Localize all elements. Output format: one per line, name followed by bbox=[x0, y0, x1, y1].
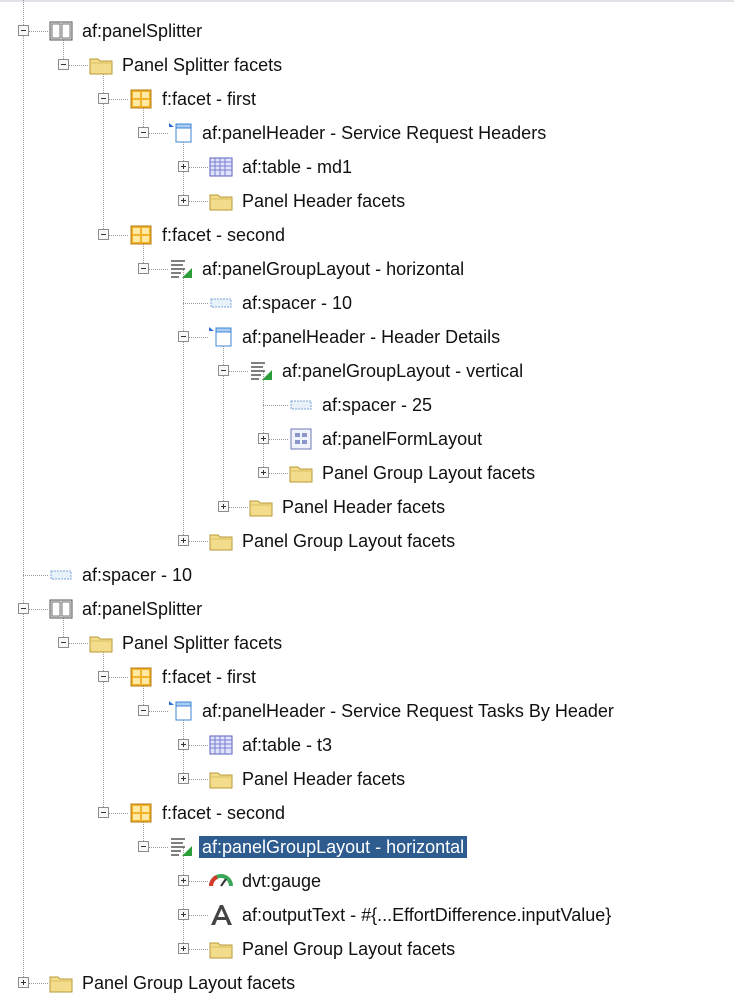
tree-node-label[interactable]: af:panelGroupLayout - vertical bbox=[282, 360, 523, 382]
expand-icon[interactable] bbox=[258, 467, 269, 478]
tree-node-label[interactable]: af:spacer - 10 bbox=[242, 292, 352, 314]
tree-node-label[interactable]: af:outputText - #{...EffortDifference.in… bbox=[242, 904, 611, 926]
expand-icon[interactable] bbox=[178, 875, 189, 886]
tree-node-label[interactable]: Panel Group Layout facets bbox=[242, 530, 455, 552]
tree-connector bbox=[183, 303, 208, 304]
facet-icon bbox=[128, 87, 154, 111]
panel-form-layout-icon bbox=[288, 427, 314, 451]
structure-tree[interactable]: af:panelSplitter Panel Splitter facets f:f… bbox=[0, 0, 734, 997]
collapse-icon[interactable] bbox=[58, 637, 69, 648]
expand-icon[interactable] bbox=[178, 161, 189, 172]
expand-icon[interactable] bbox=[178, 909, 189, 920]
tree-node-label[interactable]: f:facet - first bbox=[162, 88, 256, 110]
tree-node-label[interactable]: Panel Group Layout facets bbox=[82, 972, 295, 994]
tree-guide-line bbox=[183, 269, 184, 541]
tree-node-label[interactable]: f:facet - second bbox=[162, 224, 285, 246]
tree-node-label[interactable]: af:table - md1 bbox=[242, 156, 352, 178]
collapse-icon[interactable] bbox=[138, 263, 149, 274]
folder-icon bbox=[248, 495, 274, 519]
collapse-icon[interactable] bbox=[98, 229, 109, 240]
gauge-icon bbox=[208, 869, 234, 893]
expand-icon[interactable] bbox=[178, 195, 189, 206]
tree-guide-line bbox=[103, 65, 104, 235]
tree-node-label[interactable]: af:table - t3 bbox=[242, 734, 332, 756]
table-icon bbox=[208, 155, 234, 179]
tree-root-guide-line bbox=[23, 0, 24, 983]
tree-node-label[interactable]: f:facet - second bbox=[162, 802, 285, 824]
tree-node-label[interactable]: f:facet - first bbox=[162, 666, 256, 688]
tree-guide-line bbox=[183, 847, 184, 949]
tree-node-label[interactable]: Panel Header facets bbox=[242, 768, 405, 790]
collapse-icon[interactable] bbox=[18, 603, 29, 614]
tree-node-label[interactable]: Panel Header facets bbox=[282, 496, 445, 518]
tree-node-label[interactable]: Panel Header facets bbox=[242, 190, 405, 212]
collapse-icon[interactable] bbox=[98, 93, 109, 104]
collapse-icon[interactable] bbox=[98, 807, 109, 818]
panel-header-icon bbox=[208, 325, 234, 349]
tree-node-label[interactable]: af:panelHeader - Header Details bbox=[242, 326, 500, 348]
panel-header-icon bbox=[168, 121, 194, 145]
expand-icon[interactable] bbox=[178, 535, 189, 546]
spacer-icon bbox=[208, 291, 234, 315]
collapse-icon[interactable] bbox=[178, 331, 189, 342]
collapse-icon[interactable] bbox=[58, 59, 69, 70]
tree-node-label[interactable]: af:panelSplitter bbox=[82, 20, 202, 42]
collapse-icon[interactable] bbox=[138, 705, 149, 716]
tree-node-label[interactable]: Panel Splitter facets bbox=[122, 54, 282, 76]
expand-icon[interactable] bbox=[178, 773, 189, 784]
expand-icon[interactable] bbox=[18, 977, 29, 988]
tree-guide-line bbox=[103, 643, 104, 813]
spacer-icon bbox=[288, 393, 314, 417]
panel-group-layout-icon bbox=[168, 835, 194, 859]
folder-icon bbox=[208, 767, 234, 791]
tree-node-label[interactable]: af:panelGroupLayout - horizontal bbox=[199, 836, 468, 858]
folder-icon bbox=[88, 631, 114, 655]
panel-splitter-icon bbox=[48, 19, 74, 43]
tree-guide-line bbox=[263, 371, 264, 473]
tree-node-label[interactable]: af:spacer - 10 bbox=[82, 564, 192, 586]
collapse-icon[interactable] bbox=[218, 365, 229, 376]
collapse-icon[interactable] bbox=[138, 841, 149, 852]
folder-icon bbox=[88, 53, 114, 77]
folder-icon bbox=[208, 937, 234, 961]
tree-node-label[interactable]: af:panelHeader - Service Request Headers bbox=[202, 122, 546, 144]
spacer-icon bbox=[48, 563, 74, 587]
facet-icon bbox=[128, 801, 154, 825]
folder-icon bbox=[48, 971, 74, 995]
output-text-icon bbox=[208, 903, 234, 927]
collapse-icon[interactable] bbox=[98, 671, 109, 682]
tree-node-label[interactable]: af:spacer - 25 bbox=[322, 394, 432, 416]
panel-group-layout-icon bbox=[168, 257, 194, 281]
collapse-icon[interactable] bbox=[18, 25, 29, 36]
panel-header-icon bbox=[168, 699, 194, 723]
tree-connector bbox=[263, 405, 288, 406]
tree-node-label[interactable]: Panel Group Layout facets bbox=[242, 938, 455, 960]
table-icon bbox=[208, 733, 234, 757]
tree-node-label[interactable]: af:panelGroupLayout - horizontal bbox=[202, 258, 464, 280]
expand-icon[interactable] bbox=[258, 433, 269, 444]
collapse-icon[interactable] bbox=[138, 127, 149, 138]
tree-node-label[interactable]: af:panelSplitter bbox=[82, 598, 202, 620]
facet-icon bbox=[128, 223, 154, 247]
folder-icon bbox=[208, 529, 234, 553]
tree-node-label[interactable]: Panel Group Layout facets bbox=[322, 462, 535, 484]
tree-node-label[interactable]: af:panelFormLayout bbox=[322, 428, 482, 450]
expand-icon[interactable] bbox=[218, 501, 229, 512]
expand-icon[interactable] bbox=[178, 943, 189, 954]
tree-guide-line bbox=[223, 337, 224, 507]
panel-group-layout-icon bbox=[248, 359, 274, 383]
folder-icon bbox=[208, 189, 234, 213]
expand-icon[interactable] bbox=[178, 739, 189, 750]
facet-icon bbox=[128, 665, 154, 689]
panel-splitter-icon bbox=[48, 597, 74, 621]
tree-connector bbox=[23, 575, 48, 576]
tree-node-label[interactable]: Panel Splitter facets bbox=[122, 632, 282, 654]
folder-icon bbox=[288, 461, 314, 485]
tree-node-label[interactable]: dvt:gauge bbox=[242, 870, 321, 892]
tree-node-label[interactable]: af:panelHeader - Service Request Tasks B… bbox=[202, 700, 614, 722]
